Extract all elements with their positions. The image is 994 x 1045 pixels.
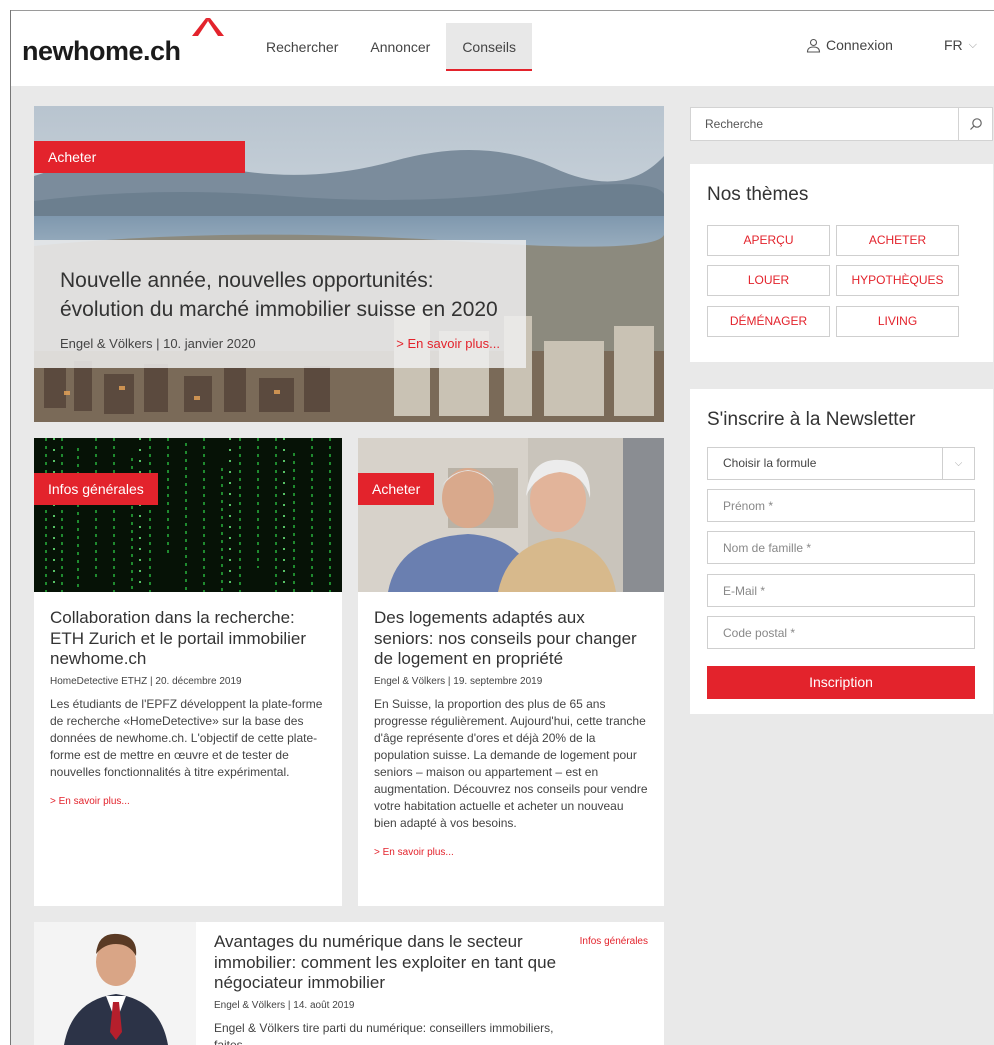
- logo-roof-icon: [192, 18, 224, 36]
- zip-field[interactable]: [707, 616, 975, 649]
- hero-title[interactable]: Nouvelle année, nouvelles opportunités: …: [60, 266, 500, 324]
- search-box: [690, 107, 993, 141]
- language-select[interactable]: FR ⌵: [944, 37, 977, 53]
- theme-demenager[interactable]: DÉMÉNAGER: [707, 306, 830, 337]
- article-card-seniors[interactable]: Acheter Des logements adaptés aux senior…: [358, 438, 664, 906]
- lastname-field[interactable]: [707, 531, 975, 564]
- card-read-more-link[interactable]: > En savoir plus...: [374, 847, 648, 858]
- select-value: Choisir la formule: [723, 456, 817, 470]
- article-card-digital[interactable]: Avantages du numérique dans le secteur i…: [34, 922, 664, 1045]
- chevron-down-icon: ⌵: [942, 448, 974, 479]
- theme-apercu[interactable]: APERÇU: [707, 225, 830, 256]
- search-input[interactable]: [691, 108, 959, 140]
- hero-meta: Engel & Völkers | 10. janvier 2020: [60, 336, 256, 351]
- hero-text-box: Nouvelle année, nouvelles opportunités: …: [34, 240, 526, 368]
- card-category-tag[interactable]: Infos générales: [34, 473, 158, 505]
- businessman-image: [34, 922, 196, 1045]
- card-text: En Suisse, la proportion des plus de 65 …: [374, 696, 648, 830]
- theme-hypotheques[interactable]: HYPOTHÈQUES: [836, 265, 959, 296]
- nav-conseils[interactable]: Conseils: [446, 23, 533, 71]
- card-body: Collaboration dans la recherche: ETH Zur…: [50, 608, 326, 807]
- card-category-tag[interactable]: Acheter: [358, 473, 435, 505]
- hero-meta-row: Engel & Völkers | 10. janvier 2020 > En …: [60, 336, 500, 351]
- card-category-tag[interactable]: Infos générales: [580, 936, 648, 947]
- card-title[interactable]: Collaboration dans la recherche: ETH Zur…: [50, 608, 326, 670]
- hero-article[interactable]: Acheter Nouvelle année, nouvelles opport…: [34, 106, 664, 422]
- language-label: FR: [944, 37, 963, 53]
- hero-category-tag[interactable]: Acheter: [34, 141, 245, 173]
- login-label: Connexion: [826, 37, 893, 53]
- theme-acheter[interactable]: ACHETER: [836, 225, 959, 256]
- nav-rechercher[interactable]: Rechercher: [250, 23, 354, 71]
- site-logo[interactable]: newhome.ch: [22, 36, 181, 67]
- hero-read-more-link[interactable]: > En savoir plus...: [396, 336, 500, 351]
- card-text: Engel & Völkers tire parti du numérique:…: [214, 1020, 554, 1045]
- themes-panel: Nos thèmes APERÇU ACHETER LOUER HYPOTHÈQ…: [690, 164, 993, 362]
- card-text: Les étudiants de l'EPFZ développent la p…: [50, 696, 323, 779]
- card-body: Avantages du numérique dans le secteur i…: [214, 932, 574, 1045]
- card-meta: Engel & Völkers | 14. août 2019: [214, 999, 355, 1011]
- newsletter-formula-select[interactable]: Choisir la formule ⌵: [707, 447, 975, 480]
- themes-title: Nos thèmes: [707, 184, 809, 205]
- login-link[interactable]: Connexion: [806, 37, 893, 53]
- card-body: Des logements adaptés aux seniors: nos c…: [374, 608, 648, 858]
- card-read-more-link[interactable]: > En savoir plus...: [50, 796, 326, 807]
- newsletter-panel: S'inscrire à la Newsletter Choisir la fo…: [690, 389, 993, 714]
- newsletter-title: S'inscrire à la Newsletter: [707, 409, 916, 430]
- theme-louer[interactable]: LOUER: [707, 265, 830, 296]
- email-field[interactable]: [707, 574, 975, 607]
- senior-couple-image: [358, 438, 664, 592]
- card-title[interactable]: Avantages du numérique dans le secteur i…: [214, 932, 574, 994]
- nav-annoncer[interactable]: Annoncer: [354, 23, 446, 71]
- card-meta: HomeDetective ETHZ | 20. décembre 2019: [50, 675, 242, 687]
- search-button[interactable]: [958, 108, 992, 140]
- card-meta: Engel & Völkers | 19. septembre 2019: [374, 675, 543, 687]
- chevron-down-icon: ⌵: [968, 38, 978, 51]
- firstname-field[interactable]: [707, 489, 975, 522]
- subscribe-button[interactable]: Inscription: [707, 666, 975, 699]
- matrix-code-image: [34, 438, 342, 592]
- user-icon: [806, 38, 821, 53]
- theme-living[interactable]: LIVING: [836, 306, 959, 337]
- card-title[interactable]: Des logements adaptés aux seniors: nos c…: [374, 608, 648, 670]
- article-card-eth[interactable]: Infos générales Collaboration dans la re…: [34, 438, 342, 906]
- search-icon: [969, 118, 982, 130]
- main-nav: Rechercher Annoncer Conseils: [250, 23, 533, 75]
